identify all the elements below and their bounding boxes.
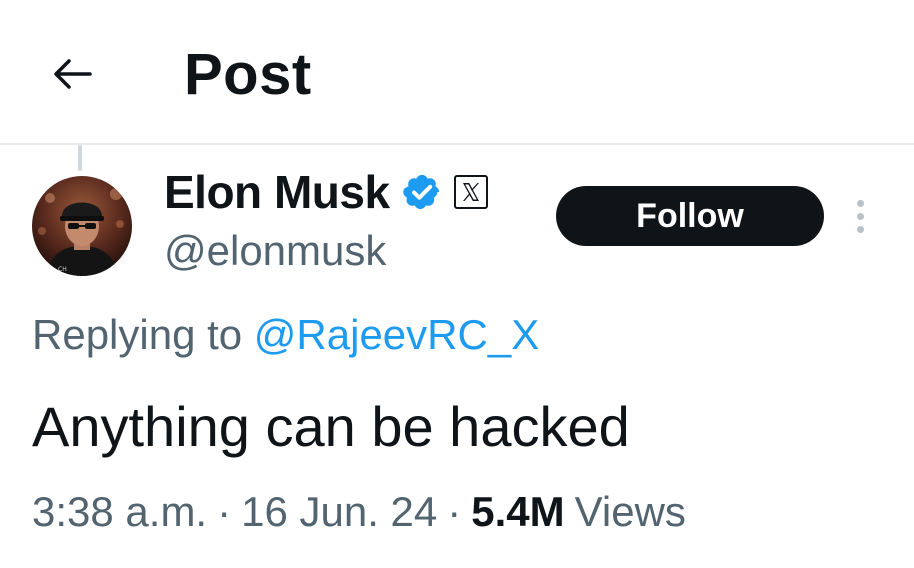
replying-to: Replying to @RajeevRC_X (32, 308, 539, 362)
avatar-image: CH (32, 176, 132, 276)
verified-badge-icon[interactable] (402, 172, 442, 212)
x-logo-icon[interactable] (453, 175, 488, 209)
reply-handle-link[interactable]: @RajeevRC_X (254, 311, 539, 358)
more-options-button[interactable] (840, 192, 880, 240)
replying-to-label: Replying to (32, 311, 243, 358)
avatar[interactable]: CH (32, 176, 132, 276)
author-display-name[interactable]: Elon Musk (164, 164, 390, 220)
views-count: 5.4M (471, 488, 565, 535)
post-time[interactable]: 3:38 a.m. (32, 484, 207, 540)
svg-text:CH: CH (58, 266, 67, 273)
follow-button[interactable]: Follow (556, 186, 824, 246)
name-row: Elon Musk (164, 164, 488, 220)
more-vertical-icon-dot (856, 225, 864, 233)
post-meta: 3:38 a.m. · 16 Jun. 24 · 5.4M Views (32, 484, 686, 540)
thread-connector-line (78, 145, 82, 171)
author-info: Elon Musk @elonmusk (164, 164, 488, 278)
post-text: Anything can be hacked (32, 395, 630, 458)
views-label: Views (574, 488, 686, 535)
page-header: Post (0, 0, 914, 145)
author-username[interactable]: @elonmusk (164, 224, 488, 278)
more-vertical-icon-dot (856, 212, 864, 220)
post-date[interactable]: 16 Jun. 24 (241, 484, 437, 540)
meta-separator: · (217, 488, 232, 535)
page-title: Post (184, 42, 312, 107)
arrow-left-icon (54, 59, 92, 89)
back-button[interactable] (44, 50, 100, 98)
post-page: Post CH Elon Musk @elonmusk Follow Reply… (0, 0, 914, 568)
more-vertical-icon (856, 199, 864, 207)
meta-separator: · (447, 488, 462, 535)
